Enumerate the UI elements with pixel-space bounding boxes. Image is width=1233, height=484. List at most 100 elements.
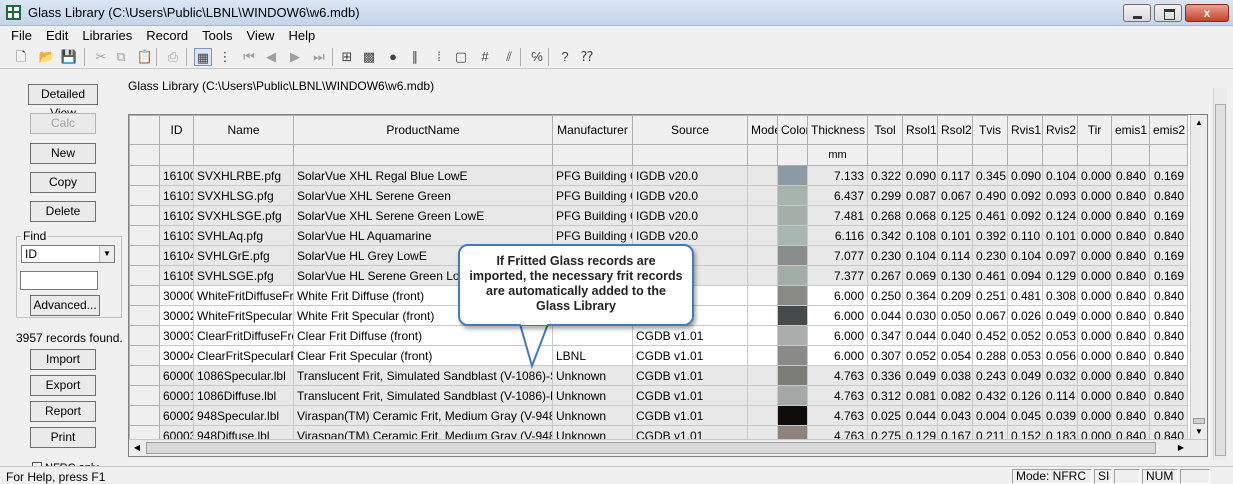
cell-tir[interactable]: 0.000 — [1077, 285, 1112, 306]
row-selector[interactable] — [129, 325, 160, 346]
advanced-button[interactable]: Advanced... — [30, 295, 100, 316]
cell-rsol2[interactable]: 0.054 — [937, 345, 973, 366]
cell-tsol[interactable]: 0.230 — [867, 245, 903, 266]
cell-rvis2[interactable]: 0.101 — [1042, 225, 1078, 246]
cell-rsol1[interactable]: 0.068 — [902, 205, 938, 226]
column-header-color[interactable]: Color — [777, 115, 808, 145]
cell-manufacturer[interactable]: PFG Building Gl — [552, 225, 633, 246]
cell-rvis2[interactable]: 0.104 — [1042, 165, 1078, 186]
cell-tir[interactable]: 0.000 — [1077, 365, 1112, 386]
cell-emis2[interactable]: 0.840 — [1149, 285, 1188, 306]
cell-tsol[interactable]: 0.342 — [867, 225, 903, 246]
cell-rsol2[interactable]: 0.040 — [937, 325, 973, 346]
cell-rsol1[interactable]: 0.044 — [902, 325, 938, 346]
cell-tir[interactable]: 0.000 — [1077, 165, 1112, 186]
cell-mode[interactable] — [747, 325, 778, 346]
cell-name[interactable]: WhiteFritDiffuseFron — [193, 285, 294, 306]
color-swatch-cell[interactable] — [777, 405, 808, 426]
cell-tsol[interactable]: 0.322 — [867, 165, 903, 186]
cell-thickness[interactable]: 6.000 — [807, 285, 868, 306]
color-swatch-cell[interactable] — [777, 385, 808, 406]
cell-emis2[interactable]: 0.840 — [1149, 305, 1188, 326]
help-icon[interactable]: ? — [556, 48, 574, 66]
cell-manufacturer[interactable]: PFG Building Gl — [552, 165, 633, 186]
cell-tvis[interactable]: 0.432 — [972, 385, 1008, 406]
color-swatch-cell[interactable] — [777, 305, 808, 326]
column-header-rsol1[interactable]: Rsol1 — [902, 115, 938, 145]
find-field-select[interactable]: ID ▼ — [21, 245, 115, 263]
table-row[interactable]: 30004ClearFritSpecularFroClear Frit Spec… — [129, 345, 1188, 366]
cell-id[interactable]: 30004 — [159, 345, 194, 366]
column-header-tir[interactable]: Tir — [1077, 115, 1112, 145]
cell-thickness[interactable]: 4.763 — [807, 385, 868, 406]
cell-rsol2[interactable]: 0.130 — [937, 265, 973, 286]
grid-vertical-scrollbar[interactable]: ▲ ▼ — [1190, 115, 1207, 440]
cell-mode[interactable] — [747, 405, 778, 426]
cell-tsol[interactable]: 0.307 — [867, 345, 903, 366]
cell-rsol2[interactable]: 0.125 — [937, 205, 973, 226]
print-button[interactable]: Print — [30, 427, 96, 448]
scrollbar-thumb[interactable] — [1215, 104, 1226, 456]
new-button[interactable]: New — [30, 143, 96, 164]
copy-icon[interactable]: ⧉ — [112, 48, 130, 66]
cell-id[interactable]: 30003 — [159, 325, 194, 346]
cell-rsol1[interactable]: 0.108 — [902, 225, 938, 246]
column-header-manufacturer[interactable]: Manufacturer — [552, 115, 633, 145]
cell-tsol[interactable]: 0.268 — [867, 205, 903, 226]
grid-horizontal-scrollbar[interactable]: ◀ ▶ — [129, 439, 1207, 456]
cell-tvis[interactable]: 0.490 — [972, 185, 1008, 206]
cell-emis2[interactable]: 0.840 — [1149, 185, 1188, 206]
cell-rsol1[interactable]: 0.364 — [902, 285, 938, 306]
cell-id[interactable]: 16102 — [159, 205, 194, 226]
cell-tsol[interactable]: 0.347 — [867, 325, 903, 346]
cell-mode[interactable] — [747, 345, 778, 366]
find-input[interactable] — [20, 271, 98, 290]
color-swatch-cell[interactable] — [777, 225, 808, 246]
new-icon[interactable]: 🗋 — [12, 48, 30, 66]
divider-icon[interactable]: # — [476, 48, 494, 66]
cell-id[interactable]: 16104 — [159, 245, 194, 266]
cell-emis1[interactable]: 0.840 — [1111, 385, 1150, 406]
cell-thickness[interactable]: 7.481 — [807, 205, 868, 226]
cell-mode[interactable] — [747, 165, 778, 186]
column-header-thickness[interactable]: Thickness — [807, 115, 868, 145]
cell-mode[interactable] — [747, 185, 778, 206]
cell-name[interactable]: WhiteFritSpecularFr — [193, 305, 294, 326]
color-swatch-cell[interactable] — [777, 365, 808, 386]
cell-tir[interactable]: 0.000 — [1077, 325, 1112, 346]
cell-mode[interactable] — [747, 245, 778, 266]
cell-rsol1[interactable]: 0.081 — [902, 385, 938, 406]
cell-mode[interactable] — [747, 305, 778, 326]
table-row[interactable]: 60001 1086Diffuse.lbl Translucent Frit, Si… — [129, 385, 1188, 406]
column-header-rsol2[interactable]: Rsol2 — [937, 115, 973, 145]
cell-manufacturer[interactable]: Unknown — [552, 385, 633, 406]
menu-tools[interactable]: Tools — [195, 26, 239, 45]
cell-name[interactable]: SVXHLSG.pfg — [193, 185, 294, 206]
cell-emis2[interactable]: 0.169 — [1149, 245, 1188, 266]
cell-tvis[interactable]: 0.004 — [972, 405, 1008, 426]
cell-emis1[interactable]: 0.840 — [1111, 345, 1150, 366]
import-button[interactable]: Import — [30, 349, 96, 370]
cell-tsol[interactable]: 0.267 — [867, 265, 903, 286]
cell-emis1[interactable]: 0.840 — [1111, 225, 1150, 246]
cell-rvis1[interactable]: 0.094 — [1007, 265, 1043, 286]
cut-icon[interactable]: ✂ — [92, 48, 110, 66]
scroll-left-icon[interactable]: ◀ — [129, 440, 145, 456]
cell-tvis[interactable]: 0.392 — [972, 225, 1008, 246]
cell-rvis1[interactable]: 0.026 — [1007, 305, 1043, 326]
cell-rsol2[interactable]: 0.067 — [937, 185, 973, 206]
cell-emis1[interactable]: 0.840 — [1111, 305, 1150, 326]
cell-id[interactable]: 30002 — [159, 305, 194, 326]
cell-rvis2[interactable]: 0.053 — [1042, 325, 1078, 346]
cell-tvis[interactable]: 0.288 — [972, 345, 1008, 366]
cell-name[interactable]: ClearFritSpecularFro — [193, 345, 294, 366]
cell-rvis2[interactable]: 0.032 — [1042, 365, 1078, 386]
cell-id[interactable]: 60001 — [159, 385, 194, 406]
table-row[interactable]: 16100 SVXHLRBE.pfg SolarVue XHL Regal Blue… — [129, 165, 1188, 186]
chevron-down-icon[interactable]: ▼ — [99, 246, 114, 262]
cell-rvis1[interactable]: 0.110 — [1007, 225, 1043, 246]
cell-thickness[interactable]: 4.763 — [807, 405, 868, 426]
row-selector[interactable] — [129, 305, 160, 326]
shading-icon[interactable]: ⁞ — [430, 48, 448, 66]
scroll-up-icon[interactable]: ▲ — [1191, 115, 1207, 131]
